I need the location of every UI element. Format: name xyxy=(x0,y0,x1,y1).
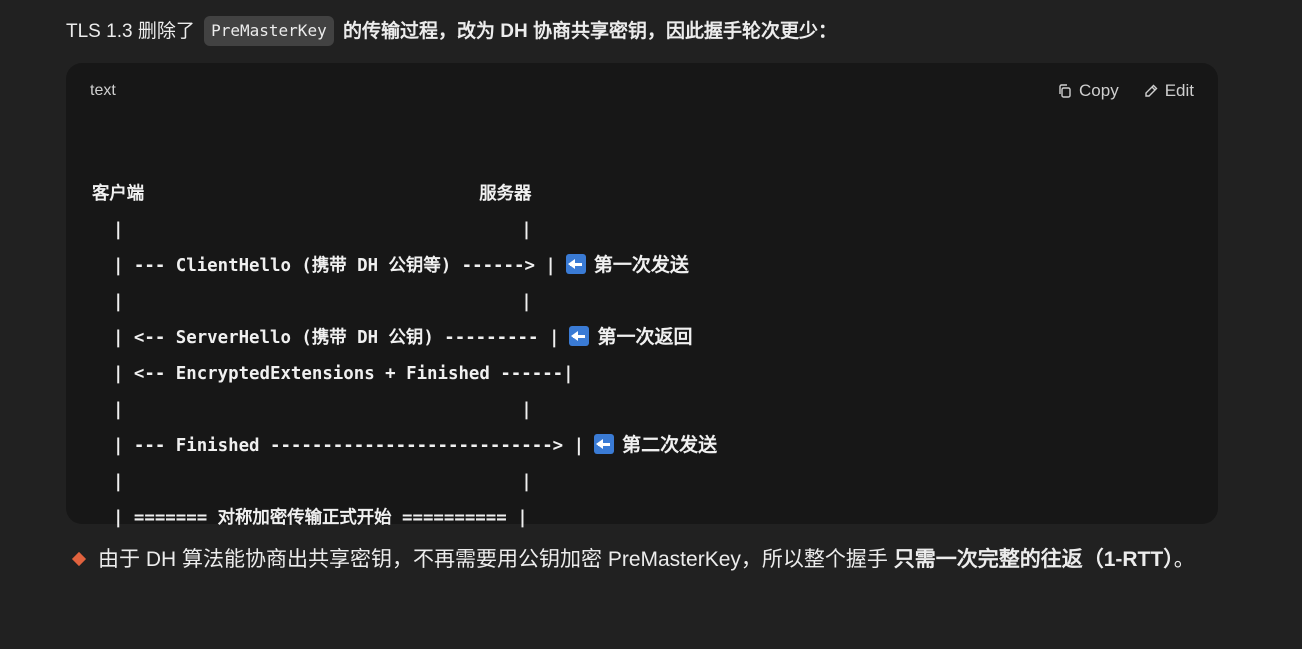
inline-code: PreMasterKey xyxy=(204,16,334,46)
code-note: 第二次发送 xyxy=(622,435,718,456)
code-line: | | xyxy=(92,220,532,240)
copy-icon xyxy=(1059,84,1071,98)
code-line: | <-- EncryptedExtensions + Finished ---… xyxy=(92,364,574,384)
left-arrow-icon xyxy=(594,434,615,454)
code-line: | <-- ServerHello (携带 DH 公钥) --------- |… xyxy=(92,326,693,348)
left-arrow-icon xyxy=(565,254,586,274)
copy-label: Copy xyxy=(1079,81,1119,100)
code-line: | | xyxy=(92,292,532,312)
code-content: 客户端 服务器 | | | --- ClientHello (携带 DH 公钥等… xyxy=(92,140,717,536)
code-line: | | xyxy=(92,472,532,492)
code-language-label: text xyxy=(90,82,116,99)
code-block: text Copy Edit 客户端 服务器 | | | --- ClientH… xyxy=(66,63,1218,528)
left-arrow-icon xyxy=(569,326,590,346)
outro-paragraph: 由于 DH 算法能协商出共享密钥，不再需要用公钥加密 PreMasterKey，… xyxy=(66,542,1216,578)
intro-prefix: TLS 1.3 删除了 xyxy=(66,21,195,42)
outro-text: 由于 DH 算法能协商出共享密钥，不再需要用公钥加密 PreMasterKey，… xyxy=(98,548,894,571)
intro-paragraph: TLS 1.3 删除了 PreMasterKey 的传输过程，改为 DH 协商共… xyxy=(66,16,837,48)
code-line: 客户端 服务器 xyxy=(92,184,532,204)
code-line: | ======= 对称加密传输正式开始 ========== | xyxy=(92,508,528,528)
intro-suffix: 的传输过程，改为 DH 协商共享密钥，因此握手轮次更少： xyxy=(342,21,837,42)
copy-button[interactable]: Copy xyxy=(1057,80,1119,102)
code-note: 第一次返回 xyxy=(597,327,693,348)
outro-bold: 只需一次完整的往返（1-RTT） xyxy=(893,548,1174,571)
pencil-icon xyxy=(1145,84,1158,97)
edit-button[interactable]: Edit xyxy=(1143,80,1194,102)
outro-end: 。 xyxy=(1173,548,1195,571)
code-line: | --- ClientHello (携带 DH 公钥等) ------> | 第… xyxy=(92,254,689,276)
code-line: | | xyxy=(92,400,532,420)
code-note: 第一次发送 xyxy=(593,255,689,276)
code-actions: Copy Edit xyxy=(1057,80,1194,102)
code-line: | --- Finished -------------------------… xyxy=(92,434,718,456)
edit-label: Edit xyxy=(1164,81,1194,100)
diamond-bullet-icon xyxy=(71,552,87,567)
